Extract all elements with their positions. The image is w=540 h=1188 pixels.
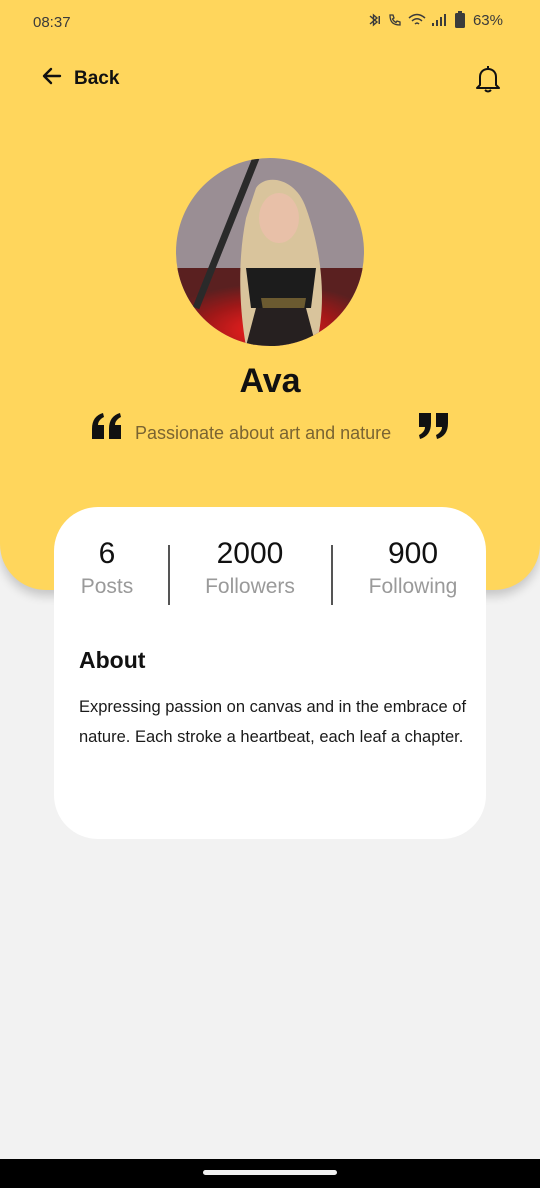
stat-divider [168,545,170,605]
about-title: About [79,647,146,673]
stat-label: Followers [205,575,295,598]
battery-icon [454,11,466,29]
stat-divider [331,545,333,605]
wifi-icon [408,12,426,28]
system-navigation-bar [0,1159,540,1188]
back-label: Back [74,67,120,89]
stat-value: 6 [98,537,116,570]
bell-icon [474,66,502,98]
stat-value: 2000 [216,537,284,570]
status-time: 08:37 [33,14,71,31]
stat-label: Following [368,575,458,598]
profile-tagline: Passionate about art and nature [135,423,392,443]
status-bar: 08:37 63% [0,0,540,46]
stat-posts[interactable]: 6 Posts [54,537,160,599]
stat-followers[interactable]: 2000 Followers [184,537,316,599]
quote-open-icon [90,412,124,445]
stat-following[interactable]: 900 Following [348,537,478,599]
back-button[interactable]: Back [40,64,119,93]
stat-value: 900 [387,537,439,570]
home-indicator[interactable] [203,1170,337,1175]
bluetooth-icon [366,12,382,28]
profile-name: Ava [239,362,301,400]
notifications-button[interactable] [474,64,502,94]
status-icons: 63% [366,11,503,29]
arrow-left-icon [40,64,64,93]
quote-close-icon [416,412,450,445]
signal-icon [431,12,449,28]
call-wifi-icon [387,12,403,28]
about-body: Expressing passion on canvas and in the … [79,698,467,746]
profile-card: 6 Posts 2000 Followers 900 Following Abo… [54,507,486,839]
profile-avatar [176,158,364,346]
battery-percentage: 63% [472,11,503,29]
tagline-row: Passionate about art and nature [0,410,540,450]
stat-label: Posts [80,575,134,598]
